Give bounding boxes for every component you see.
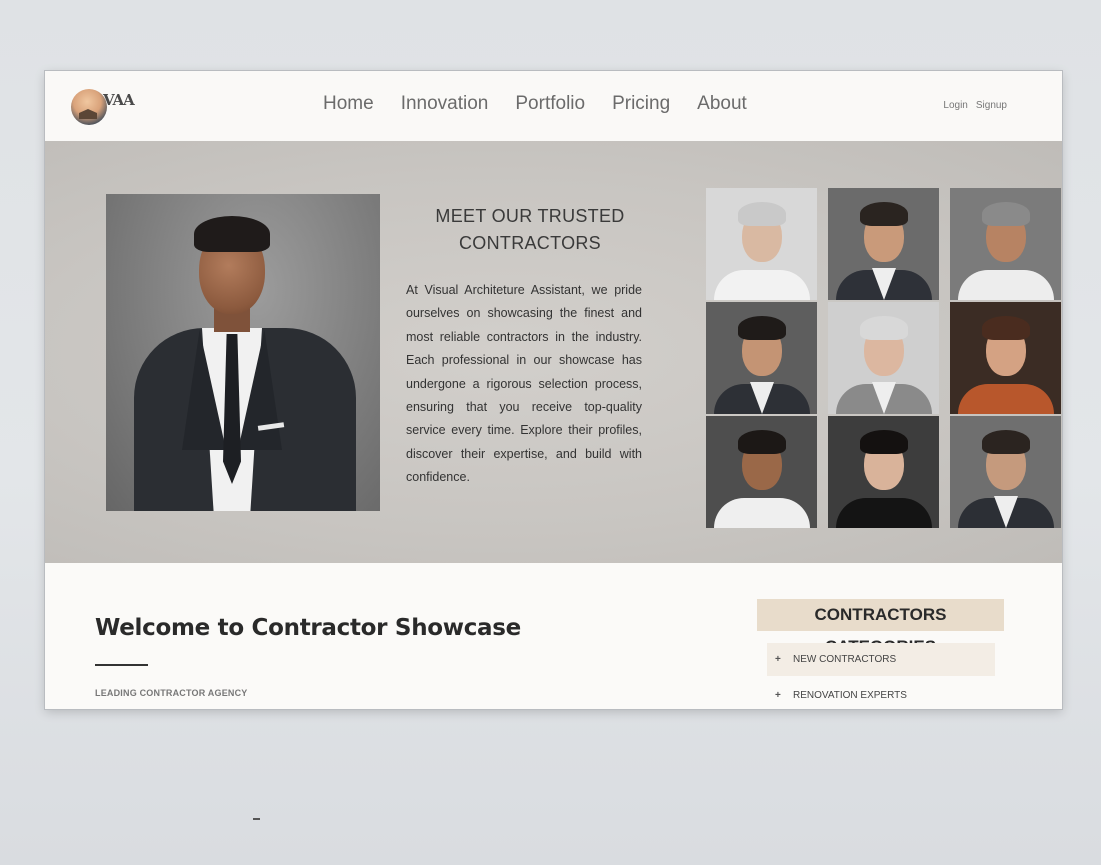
nav-pricing[interactable]: Pricing [612,93,670,115]
hero-description: At Visual Architeture Assistant, we prid… [406,283,642,485]
section-title: Welcome to Contractor Showcase [95,615,521,641]
category-label: RENOVATION EXPERTS [793,690,907,701]
plus-icon: + [775,654,781,665]
background-mark [253,818,260,820]
featured-contractor-photo [106,194,380,511]
hero-title-line-2: CONTRACTORS [459,233,601,253]
category-item[interactable]: + NEW CONTRACTORS [767,643,995,676]
contractor-portrait-grid [706,188,1062,544]
login-link[interactable]: Login [943,100,967,111]
logo-text: VAA [103,91,135,109]
contractor-portrait[interactable] [706,416,817,528]
contractor-portrait[interactable] [950,416,1061,528]
welcome-section: Welcome to Contractor Showcase LEADING C… [45,563,1062,709]
signup-link[interactable]: Signup [976,100,1007,111]
browser-page: VAA Home Innovation Portfolio Pricing Ab… [45,71,1062,709]
hero-title-line-1: MEET OUR TRUSTED [435,206,625,226]
contractor-portrait[interactable] [828,188,939,300]
logo-emblem-icon [71,89,107,125]
contractor-portrait[interactable] [706,302,817,414]
main-nav: Home Innovation Portfolio Pricing About [323,93,747,115]
contractor-portrait[interactable] [706,188,817,300]
nav-innovation[interactable]: Innovation [401,93,489,115]
top-navigation-bar: VAA Home Innovation Portfolio Pricing Ab… [45,71,1062,141]
plus-icon: + [775,690,781,701]
hero-section: MEET OUR TRUSTED CONTRACTORS At Visual A… [45,141,1062,563]
nav-portfolio[interactable]: Portfolio [515,93,585,115]
hero-title: MEET OUR TRUSTED CONTRACTORS [410,203,650,257]
nav-about[interactable]: About [697,93,747,115]
auth-links: Login Signup [943,100,1007,111]
title-divider [95,664,148,666]
contractor-portrait[interactable] [828,302,939,414]
site-logo[interactable]: VAA [69,85,139,129]
contractor-portrait[interactable] [950,188,1061,300]
category-label: NEW CONTRACTORS [793,654,897,665]
contractor-portrait[interactable] [828,416,939,528]
section-subtitle: LEADING CONTRACTOR AGENCY [95,688,248,698]
category-item[interactable]: + RENOVATION EXPERTS [767,679,995,709]
contractor-portrait[interactable] [950,302,1061,414]
nav-home[interactable]: Home [323,93,374,115]
categories-title: CONTRACTORS CATEGORIES [757,599,1004,656]
